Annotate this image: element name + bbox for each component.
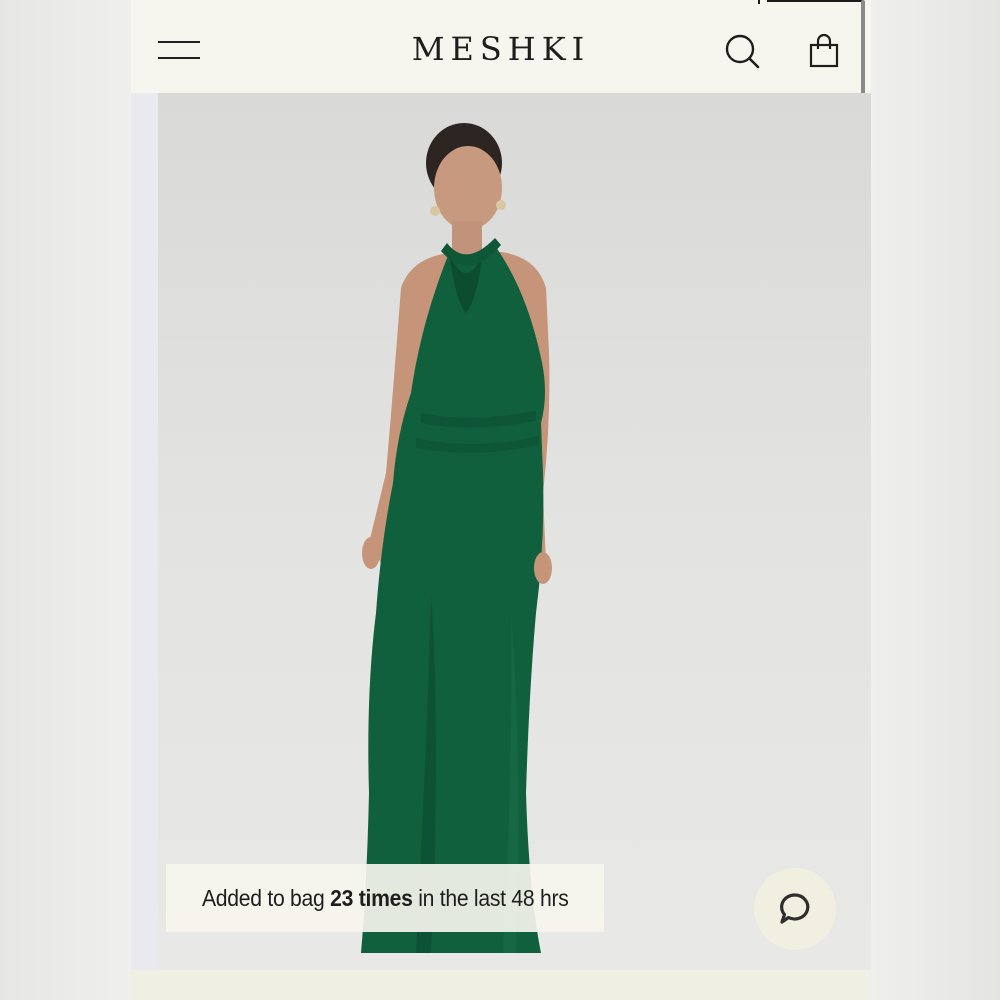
site-header: MESHKI xyxy=(131,0,871,97)
background-right xyxy=(871,0,1000,1000)
footer-band xyxy=(131,970,871,1000)
shopping-bag-icon[interactable] xyxy=(805,32,843,72)
status-mark xyxy=(758,0,760,4)
status-underline xyxy=(767,0,863,2)
social-proof-toast: Added to bag 23 times in the last 48 hrs xyxy=(166,864,604,932)
chat-button[interactable] xyxy=(754,868,836,950)
mobile-screen: MESHKI Added to bag 23 times in the last… xyxy=(131,0,871,1000)
toast-text: Added to bag 23 times in the last 48 hrs xyxy=(201,884,569,911)
model-illustration xyxy=(361,123,552,953)
scrollbar[interactable] xyxy=(861,0,865,97)
chat-bubble-icon xyxy=(780,893,810,924)
search-icon[interactable] xyxy=(723,32,763,72)
background-left xyxy=(0,0,131,1000)
product-image[interactable]: Added to bag 23 times in the last 48 hrs xyxy=(131,93,871,970)
